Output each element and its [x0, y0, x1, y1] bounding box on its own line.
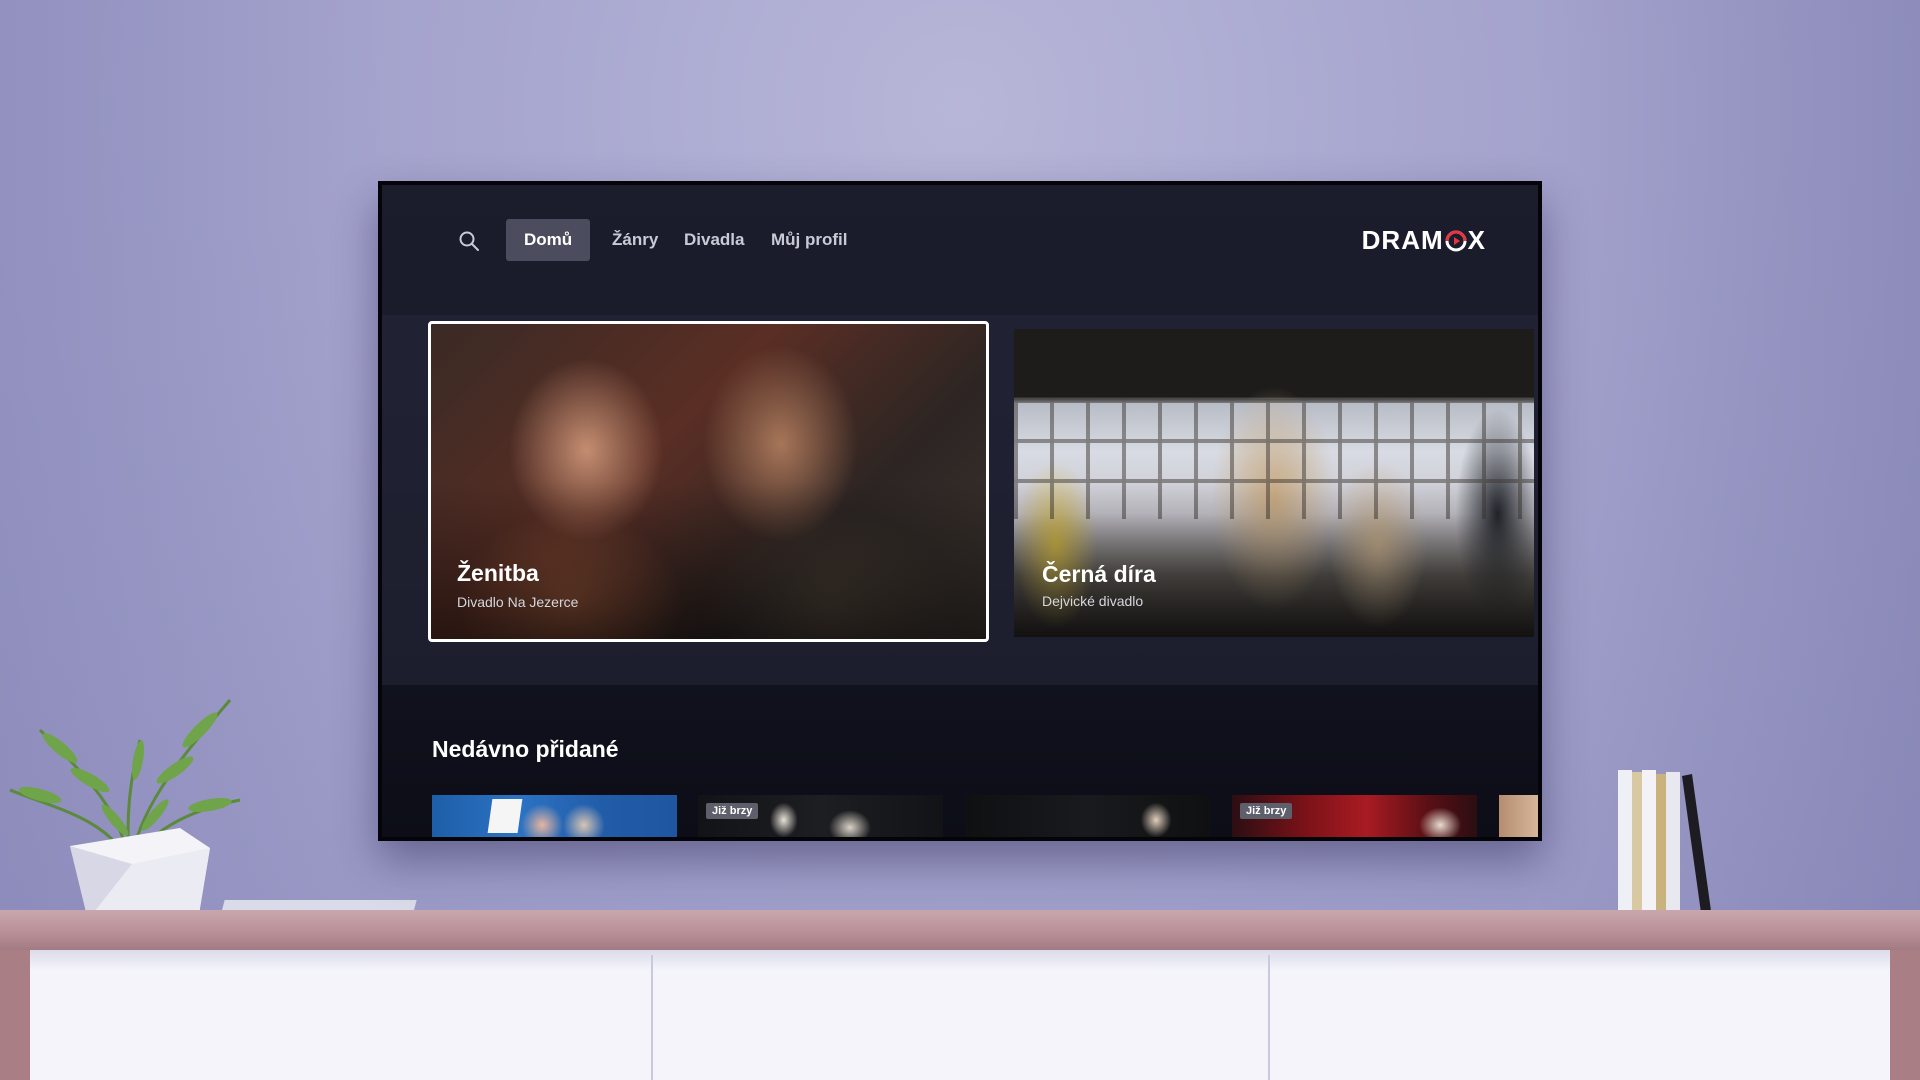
card-subtitle: Divadlo Na Jezerce [457, 594, 579, 610]
hero-card-focused[interactable]: Ženitba Divadlo Na Jezerce [428, 321, 989, 642]
card-title: Ženitba [457, 560, 539, 586]
card-subtitle: Dejvické divadlo [1042, 593, 1144, 609]
card-title: Černá díra [1042, 561, 1156, 587]
hero-card[interactable]: Černá díra Dejvické divadlo [1014, 329, 1534, 637]
card-shade [431, 324, 986, 639]
logo-play-icon [1445, 230, 1467, 251]
cabinet-side-left [0, 950, 30, 1080]
logo-text-right: X [1467, 225, 1486, 255]
cabinet-shadow [30, 950, 1890, 970]
thumbnail-image-detail [487, 799, 523, 833]
top-navigation: Domů Žánry Divadla Můj profil DRAM X [382, 185, 1538, 275]
section-title-recent: Nedávno přidané [432, 736, 619, 762]
tv-screen: Domů Žánry Divadla Můj profil DRAM X Žen… [382, 185, 1538, 837]
cabinet-top [0, 910, 1920, 950]
nav-item-genres[interactable]: Žánry [594, 219, 676, 261]
cabinet-side-right [1890, 950, 1920, 1080]
dramox-logo: DRAM X [1362, 225, 1486, 256]
recent-thumbnail[interactable] [1499, 795, 1538, 837]
vase-decoration [70, 828, 210, 920]
coming-soon-badge: Již brzy [706, 803, 759, 819]
cabinet-divider [651, 955, 653, 1080]
recent-thumbnail[interactable] [432, 795, 677, 837]
card-shade [1014, 329, 1534, 637]
books-decoration [1618, 770, 1712, 920]
nav-item-profile[interactable]: Můj profil [753, 219, 865, 261]
coming-soon-badge: Již brzy [1240, 803, 1293, 819]
recent-thumbnail[interactable] [965, 795, 1210, 837]
recent-thumbnail[interactable]: Již brzy [698, 795, 943, 837]
cabinet-divider [1268, 955, 1270, 1080]
recent-thumbnail[interactable]: Již brzy [1232, 795, 1477, 837]
logo-text-left: DRAM [1361, 225, 1444, 255]
nav-item-theatres[interactable]: Divadla [666, 219, 762, 261]
nav-item-home[interactable]: Domů [506, 219, 591, 261]
tv-frame: Domů Žánry Divadla Můj profil DRAM X Žen… [378, 181, 1542, 841]
search-icon[interactable] [458, 230, 480, 252]
